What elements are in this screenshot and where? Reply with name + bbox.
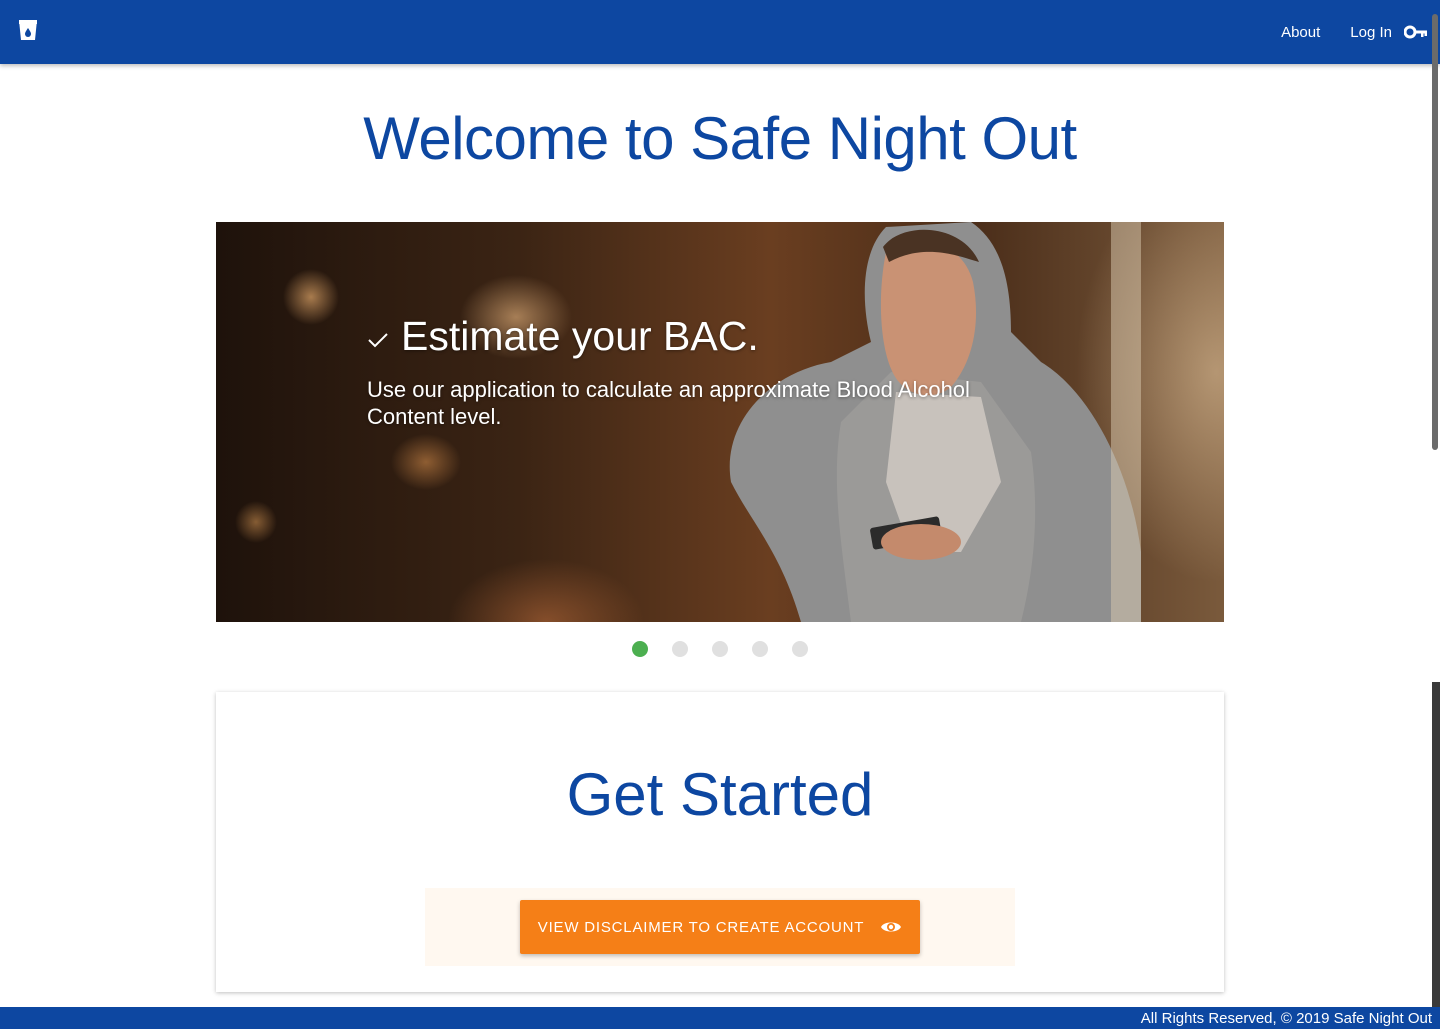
view-disclaimer-button[interactable]: VIEW DISCLAIMER TO CREATE ACCOUNT <box>520 900 920 954</box>
get-started-card: Get Started VIEW DISCLAIMER TO CREATE AC… <box>216 692 1224 992</box>
get-started-actions: VIEW DISCLAIMER TO CREATE ACCOUNT <box>425 888 1015 966</box>
slide-heading-text: Estimate your BAC. <box>401 313 759 359</box>
check-icon <box>367 331 389 349</box>
carousel-dot-2[interactable] <box>672 641 688 657</box>
footer-copyright: All Rights Reserved, © 2019 Safe Night O… <box>1140 1010 1432 1027</box>
page-title: Welcome to Safe Night Out <box>363 105 1077 172</box>
slide-caption: Estimate your BAC. Use our application t… <box>367 310 1027 430</box>
top-app-bar: About Log In <box>0 0 1440 64</box>
carousel-dot-5[interactable] <box>792 641 808 657</box>
cup-drop-icon <box>18 18 38 47</box>
slide-heading: Estimate your BAC. <box>367 310 1027 362</box>
footer-bar: All Rights Reserved, © 2019 Safe Night O… <box>0 1007 1440 1029</box>
login-group: Log In <box>1335 0 1440 64</box>
carousel-dot-4[interactable] <box>752 641 768 657</box>
eye-icon <box>880 919 902 935</box>
scrollbar-thumb[interactable] <box>1432 14 1438 450</box>
top-nav: About Log In <box>1266 0 1440 64</box>
home-logo[interactable] <box>14 18 42 46</box>
slide-description: Use our application to calculate an appr… <box>367 377 970 429</box>
nav-about-link[interactable]: About <box>1266 0 1335 64</box>
nav-login-link[interactable]: Log In <box>1335 0 1404 64</box>
key-icon[interactable] <box>1404 25 1428 39</box>
scrollbar-track <box>1432 682 1440 1007</box>
carousel-dot-1[interactable] <box>632 641 648 657</box>
get-started-title: Get Started <box>566 761 874 828</box>
carousel-dot-3[interactable] <box>712 641 728 657</box>
carousel-indicators <box>0 641 1440 657</box>
feature-carousel[interactable]: Estimate your BAC. Use our application t… <box>216 222 1224 622</box>
view-disclaimer-label: VIEW DISCLAIMER TO CREATE ACCOUNT <box>537 918 865 936</box>
